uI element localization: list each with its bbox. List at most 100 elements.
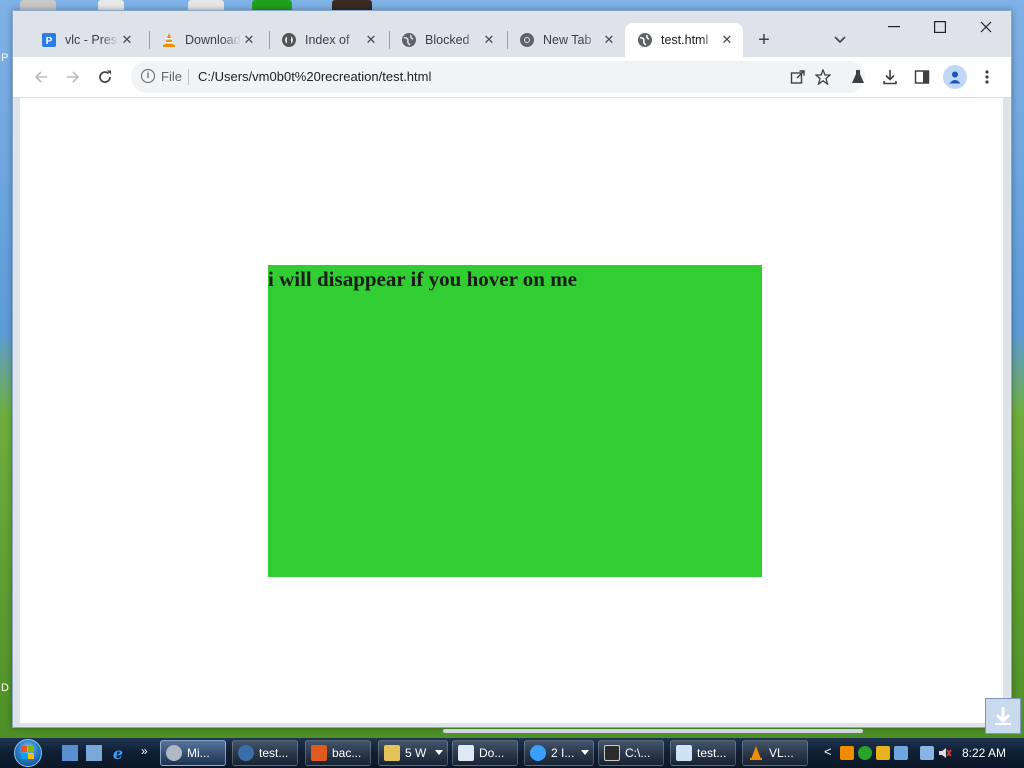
tab-title: Download <box>185 33 241 47</box>
task-label: VL... <box>769 746 794 760</box>
hover-box[interactable]: i will disappear if you hover on me <box>268 265 762 577</box>
tab-index-of[interactable]: Index of ✕ <box>269 23 387 57</box>
labs-flask-icon[interactable] <box>848 67 868 87</box>
download-icon[interactable] <box>880 67 900 87</box>
volume-muted-icon[interactable] <box>938 746 952 760</box>
share-icon[interactable] <box>788 67 808 87</box>
status-tray-icon[interactable] <box>858 746 872 760</box>
svg-text:P: P <box>46 36 53 47</box>
task-label: Mi... <box>187 746 210 760</box>
document-icon <box>458 745 474 761</box>
tab-download[interactable]: Download ✕ <box>149 23 265 57</box>
tab-search-chevron-icon[interactable] <box>829 29 851 51</box>
minimize-button[interactable] <box>881 17 907 37</box>
presentation-icon: P <box>41 32 57 48</box>
folder-icon <box>384 745 400 761</box>
tab-title: test.html <box>661 33 719 47</box>
windows-logo-icon <box>14 739 42 767</box>
ie-icon <box>530 745 546 761</box>
browser-window: P vlc - Pres ✕ Download ✕ Index of ✕ Blo… <box>12 10 1012 733</box>
tab-test-html[interactable]: test.html ✕ <box>625 23 743 57</box>
taskbar-task[interactable]: test... <box>232 740 298 766</box>
task-label: test... <box>259 746 289 760</box>
group-dropdown-icon <box>581 750 589 755</box>
brave-icon <box>311 745 327 761</box>
vlc-cone-icon <box>161 32 177 48</box>
ie-icon[interactable]: e <box>110 744 126 763</box>
tab-title: Index of <box>305 33 363 47</box>
close-tab-icon[interactable]: ✕ <box>481 32 497 48</box>
desktop-label-fragment: D <box>1 682 9 694</box>
site-info-icon[interactable]: i <box>141 69 155 83</box>
close-window-button[interactable] <box>973 17 999 37</box>
taskbar-task-group[interactable]: 5 W <box>378 740 448 766</box>
taskbar-task[interactable]: Do... <box>452 740 518 766</box>
address-bar[interactable]: i File C:/Users/vm0b0t%20recreation/test… <box>131 61 865 93</box>
address-url[interactable]: C:/Users/vm0b0t%20recreation/test.html <box>198 69 431 84</box>
close-tab-icon[interactable]: ✕ <box>363 32 379 48</box>
forward-button[interactable] <box>63 67 83 87</box>
quicklaunch-overflow-chevron[interactable]: » <box>141 744 148 758</box>
maximize-button[interactable] <box>927 17 953 37</box>
tray-expand-chevron[interactable]: < <box>824 744 832 759</box>
tab-new-tab[interactable]: New Tab ✕ <box>507 23 625 57</box>
task-label: 5 W <box>405 746 427 760</box>
address-separator <box>188 69 189 85</box>
vlc-cone-icon <box>748 745 764 761</box>
tab-strip: P vlc - Pres ✕ Download ✕ Index of ✕ Blo… <box>13 11 1011 57</box>
reload-button[interactable] <box>95 67 115 87</box>
download-tray-button[interactable] <box>985 698 1021 734</box>
side-panel-icon[interactable] <box>912 67 932 87</box>
taskbar-task[interactable]: test... <box>670 740 736 766</box>
taskbar-task[interactable]: C:\... <box>598 740 664 766</box>
switch-windows-icon[interactable] <box>86 745 102 761</box>
taskbar-task-group[interactable]: 2 I... <box>524 740 594 766</box>
desktop-label-fragment: P <box>1 52 9 64</box>
task-label: test... <box>697 746 727 760</box>
page-viewport: i will disappear if you hover on me <box>20 98 1003 723</box>
network-icon[interactable] <box>920 746 934 760</box>
taskbar-clock[interactable]: 8:22 AM <box>962 746 1006 760</box>
close-tab-icon[interactable]: ✕ <box>719 32 735 48</box>
menu-kebab-icon[interactable] <box>977 67 997 87</box>
tab-title: New Tab <box>543 33 601 47</box>
chrome-icon <box>519 32 535 48</box>
shield-icon[interactable] <box>876 746 890 760</box>
tab-blocked[interactable]: Blocked ✕ <box>389 23 505 57</box>
taskbar-task[interactable]: Mi... <box>160 740 226 766</box>
new-tab-button[interactable]: + <box>751 27 777 53</box>
taskbar-task[interactable]: VL... <box>742 740 808 766</box>
globe-icon <box>401 32 417 48</box>
notepad-icon <box>676 745 692 761</box>
tab-title: Blocked <box>425 33 481 47</box>
close-tab-icon[interactable]: ✕ <box>601 32 617 48</box>
close-tab-icon[interactable]: ✕ <box>241 32 257 48</box>
close-tab-icon[interactable]: ✕ <box>119 32 135 48</box>
task-label: Do... <box>479 746 505 760</box>
vlc-tray-icon[interactable] <box>840 746 854 760</box>
group-dropdown-icon <box>435 750 443 755</box>
task-label: C:\... <box>625 746 651 760</box>
horizontal-scrollbar[interactable] <box>443 729 863 733</box>
show-desktop-icon[interactable] <box>62 745 78 761</box>
task-label: 2 I... <box>551 746 575 760</box>
start-button[interactable] <box>10 739 46 767</box>
svg-text:e: e <box>113 745 123 761</box>
7zip-icon <box>604 745 620 761</box>
bookmark-star-icon[interactable] <box>813 67 833 87</box>
chrome-icon <box>238 745 254 761</box>
taskbar: e » Mi... test... bac... 5 W Do... 2 I..… <box>0 738 1024 768</box>
globe-icon <box>637 32 653 48</box>
back-button[interactable] <box>31 67 51 87</box>
taskbar-task[interactable]: bac... <box>305 740 371 766</box>
profile-avatar-icon[interactable] <box>943 65 967 89</box>
flag-tray-icon[interactable] <box>894 746 908 760</box>
hover-box-heading: i will disappear if you hover on me <box>268 267 578 291</box>
tab-vlc-pres[interactable]: P vlc - Pres ✕ <box>29 23 143 57</box>
gear-icon <box>166 745 182 761</box>
scheme-label: File <box>161 69 182 84</box>
task-label: bac... <box>332 746 362 760</box>
browser-toolbar: i File C:/Users/vm0b0t%20recreation/test… <box>13 57 1011 97</box>
tab-title: vlc - Pres <box>65 33 119 47</box>
puzzle-icon <box>281 32 297 48</box>
